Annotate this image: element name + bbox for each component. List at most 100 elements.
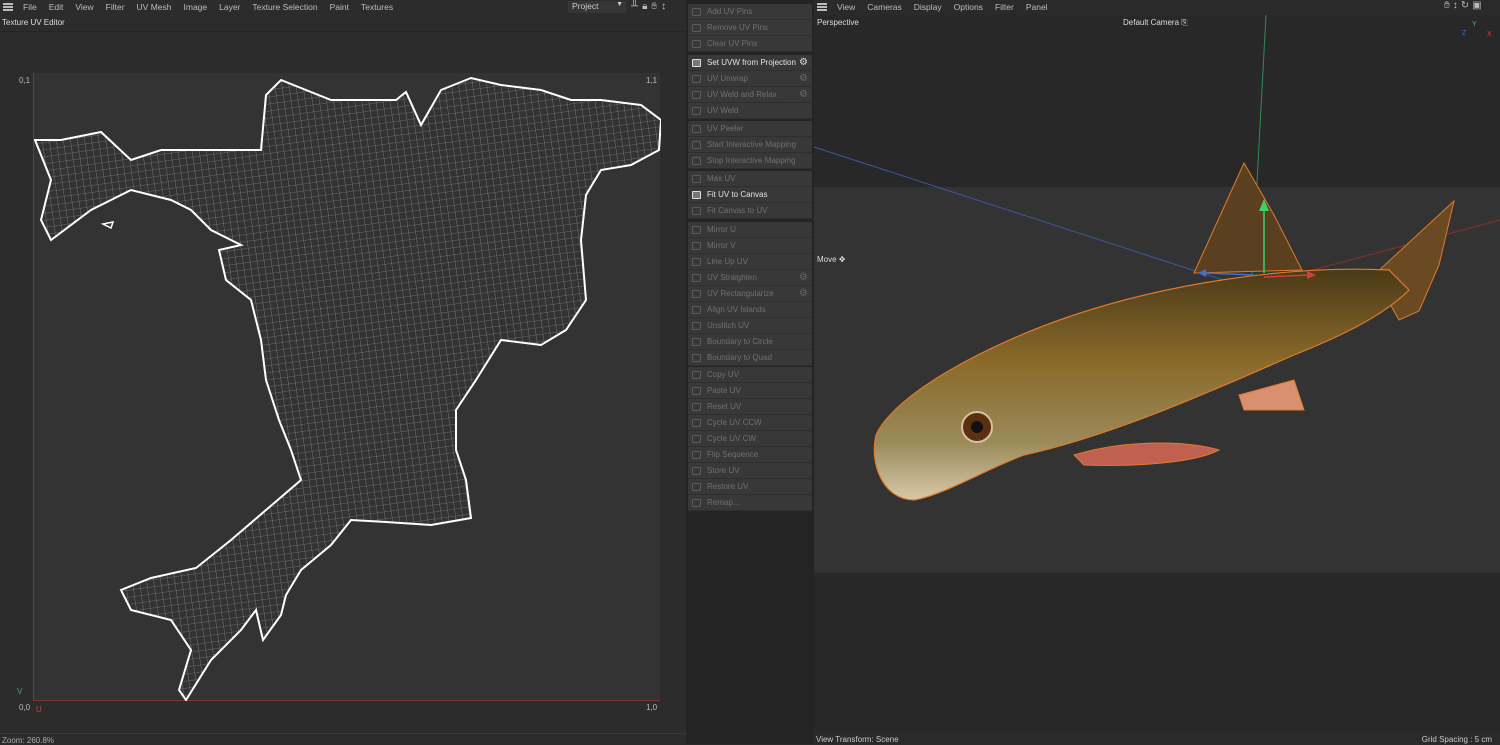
command-label: UV Peeler	[707, 124, 744, 133]
command-boundary-to-circle[interactable]: Boundary to Circle	[688, 334, 812, 350]
command-remap[interactable]: Remap...	[688, 495, 812, 511]
command-uv-peeler[interactable]: UV Peeler	[688, 121, 812, 137]
menu-layer[interactable]: Layer	[213, 2, 246, 12]
gear-icon[interactable]: ⚙	[799, 57, 808, 68]
command-align-uv-islands[interactable]: Align UV Islands	[688, 302, 812, 318]
command-label: Unstitch UV	[707, 321, 750, 330]
view-name-label: Perspective	[817, 18, 859, 27]
uv-mesh-shell[interactable]	[34, 73, 662, 701]
command-label: Add UV Pins	[707, 7, 753, 16]
menu-uv-mesh[interactable]: UV Mesh	[131, 2, 178, 12]
fit-canvas-to-uv-icon	[692, 206, 701, 215]
stop-interactive-mapping-icon	[692, 156, 701, 165]
command-mirror-u[interactable]: Mirror U	[688, 222, 812, 238]
command-store-uv[interactable]: Store UV	[688, 463, 812, 479]
command-label: Boundary to Quad	[707, 353, 772, 362]
command-remove-uv-pins[interactable]: Remove UV Pins	[688, 20, 812, 36]
pan-hand-icon[interactable]: ✋︎	[1444, 0, 1453, 11]
z-axis-line	[814, 146, 1255, 291]
camera-label[interactable]: Default Camera ⎘	[1123, 18, 1188, 28]
menu-options[interactable]: Options	[948, 2, 989, 12]
command-clear-uv-pins[interactable]: Clear UV Pins	[688, 36, 812, 52]
command-label: Set UVW from Projection	[707, 58, 796, 67]
command-label: Clear UV Pins	[707, 39, 758, 48]
command-label: Stop Interactive Mapping	[707, 156, 796, 165]
menu-edit[interactable]: Edit	[43, 2, 70, 12]
command-paste-uv[interactable]: Paste UV	[688, 383, 812, 399]
menu-panel[interactable]: Panel	[1020, 2, 1054, 12]
command-reset-uv[interactable]: Reset UV	[688, 399, 812, 415]
command-label: Fit UV to Canvas	[707, 190, 768, 199]
command-uv-weld-and-relax[interactable]: UV Weld and Relax ⚙	[688, 87, 812, 103]
command-cycle-uv-ccw[interactable]: Cycle UV CCW	[688, 415, 812, 431]
fish-model	[873, 161, 1455, 501]
menu-cameras[interactable]: Cameras	[861, 2, 907, 12]
menu-textures[interactable]: Textures	[355, 2, 399, 12]
store-uv-icon	[692, 466, 701, 475]
view-transform-status: View Transform: Scene	[816, 735, 899, 744]
viewport-menubar: View Cameras Display Options Filter Pane…	[814, 0, 1500, 14]
command-set-uvw-from-projection[interactable]: Set UVW from Projection ⚙	[688, 55, 812, 71]
3d-viewport[interactable]: Perspective Default Camera ⎘ Move ✥ Y Z …	[814, 15, 1500, 732]
gear-icon[interactable]: ⚙	[799, 272, 808, 283]
menu-view[interactable]: View	[831, 2, 861, 12]
unstitch-uv-icon	[692, 321, 701, 330]
command-label: Reset UV	[707, 402, 742, 411]
menu-filter[interactable]: Filter	[989, 2, 1020, 12]
max-uv-icon	[692, 174, 701, 183]
command-mirror-v[interactable]: Mirror V	[688, 238, 812, 254]
move-vertical-icon[interactable]: ↕	[1453, 0, 1461, 11]
command-uv-straighten[interactable]: UV Straighten ⚙	[688, 270, 812, 286]
command-label: Start Interactive Mapping	[707, 140, 796, 149]
active-tool-label: Move ✥	[817, 255, 846, 264]
menu-paint[interactable]: Paint	[324, 2, 355, 12]
command-cycle-uv-cw[interactable]: Cycle UV CW	[688, 431, 812, 447]
hamburger-menu-icon[interactable]	[3, 3, 13, 11]
uv-canvas[interactable]	[33, 73, 662, 701]
command-label: Cycle UV CCW	[707, 418, 762, 427]
menu-display[interactable]: Display	[908, 2, 948, 12]
axis-y-label: Y	[1472, 21, 1477, 28]
gear-icon[interactable]: ⚙	[799, 288, 808, 299]
menu-filter[interactable]: Filter	[100, 2, 131, 12]
maximize-view-icon[interactable]: ▣	[1472, 0, 1484, 11]
clear-uv-pins-icon	[692, 39, 701, 48]
command-boundary-to-quad[interactable]: Boundary to Quad	[688, 350, 812, 366]
hamburger-menu-icon[interactable]	[817, 3, 827, 11]
command-fit-canvas-to-uv[interactable]: Fit Canvas to UV	[688, 203, 812, 219]
remap-icon	[692, 498, 701, 507]
menu-view[interactable]: View	[69, 2, 99, 12]
command-uv-unwrap[interactable]: UV Unwrap ⚙	[688, 71, 812, 87]
boundary-to-quad-icon	[692, 353, 701, 362]
pan-hand-icon[interactable]: ✋︎	[651, 1, 661, 12]
command-add-uv-pins[interactable]: Add UV Pins	[688, 4, 812, 20]
gear-icon[interactable]: ⚙	[799, 73, 808, 84]
fit-uv-to-canvas-icon	[692, 190, 701, 199]
command-start-interactive-mapping[interactable]: Start Interactive Mapping	[688, 137, 812, 153]
project-select[interactable]: Project ▼	[568, 1, 626, 13]
rotate-icon[interactable]: ↻	[1461, 0, 1472, 11]
command-max-uv[interactable]: Max UV	[688, 171, 812, 187]
gear-icon[interactable]: ⚙	[799, 89, 808, 100]
command-uv-weld[interactable]: UV Weld	[688, 103, 812, 119]
menu-file[interactable]: File	[17, 2, 43, 12]
command-copy-uv[interactable]: Copy UV	[688, 367, 812, 383]
command-fit-uv-to-canvas[interactable]: Fit UV to Canvas	[688, 187, 812, 203]
command-label: Store UV	[707, 466, 740, 475]
move-vertical-icon[interactable]: ↕	[661, 1, 670, 12]
command-flip-sequence[interactable]: Flip Sequence	[688, 447, 812, 463]
menu-image[interactable]: Image	[178, 2, 214, 12]
menu-texture-selection[interactable]: Texture Selection	[246, 2, 323, 12]
command-restore-uv[interactable]: Restore UV	[688, 479, 812, 495]
axis-x-label: X	[1487, 31, 1492, 38]
command-line-up-uv[interactable]: Line Up UV	[688, 254, 812, 270]
tool-name: Move	[817, 255, 837, 264]
command-label: Mirror U	[707, 225, 736, 234]
align-uv-islands-icon	[692, 305, 701, 314]
command-uv-rectangularize[interactable]: UV Rectangularize ⚙	[688, 286, 812, 302]
command-stop-interactive-mapping[interactable]: Stop Interactive Mapping	[688, 153, 812, 169]
uv-weld-and-relax-icon	[692, 90, 701, 99]
histogram-icon[interactable]: ╨	[631, 1, 642, 12]
command-unstitch-uv[interactable]: Unstitch UV	[688, 318, 812, 334]
command-label: UV Straighten	[707, 273, 757, 282]
